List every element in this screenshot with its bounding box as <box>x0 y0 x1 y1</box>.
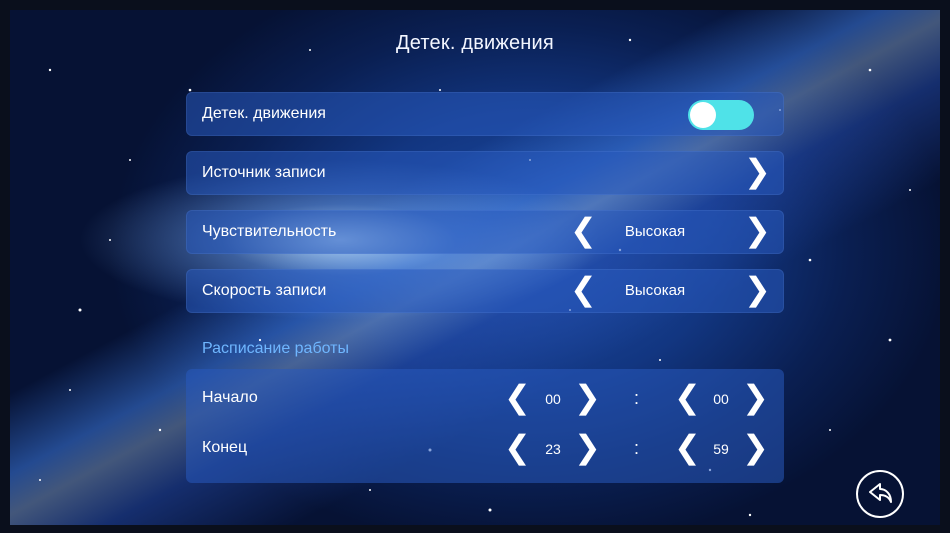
sensitivity-prev-icon[interactable]: ❮ <box>570 208 597 252</box>
sensitivity-row: Чувствительность ❮ Высокая ❯ <box>186 210 784 254</box>
end-time-separator: : <box>634 438 640 458</box>
end-minute-prev-icon[interactable]: ❮ <box>674 425 701 469</box>
back-button[interactable] <box>856 470 904 518</box>
motion-detection-label: Детек. движения <box>202 105 326 122</box>
record-speed-label: Скорость записи <box>202 282 327 299</box>
record-speed-row: Скорость записи ❮ Высокая ❯ <box>186 269 784 313</box>
record-speed-prev-icon[interactable]: ❮ <box>570 267 597 311</box>
end-hour-prev-icon[interactable]: ❮ <box>504 425 531 469</box>
start-hour-next-icon[interactable]: ❯ <box>574 375 601 419</box>
schedule-start-label: Начало <box>202 389 258 406</box>
record-source-label: Источник записи <box>202 164 326 181</box>
back-arrow-icon <box>869 483 892 503</box>
schedule-panel: Начало ❮ 00 ❯ : ❮ 00 ❯ Конец ❮ 23 ❯ : ❮ … <box>186 369 784 483</box>
toggle-knob <box>690 102 716 128</box>
record-source-row[interactable]: Источник записи ❯ <box>186 151 784 195</box>
start-hour-prev-icon[interactable]: ❮ <box>504 375 531 419</box>
schedule-section-label: Расписание работы <box>202 340 349 357</box>
page-title: Детек. движения <box>396 32 554 54</box>
start-minute-value: 00 <box>713 391 729 407</box>
schedule-end-label: Конец <box>202 439 248 456</box>
start-minute-next-icon[interactable]: ❯ <box>742 375 769 419</box>
start-time-separator: : <box>634 388 640 408</box>
sensitivity-value: Высокая <box>624 223 686 240</box>
motion-detection-row[interactable]: Детек. движения <box>186 92 784 136</box>
sensitivity-next-icon[interactable]: ❯ <box>744 208 771 252</box>
end-hour-value: 23 <box>545 441 561 457</box>
start-hour-value: 00 <box>545 391 561 407</box>
record-speed-value: Высокая <box>624 282 686 299</box>
record-speed-next-icon[interactable]: ❯ <box>744 267 771 311</box>
end-minute-value: 59 <box>713 441 729 457</box>
sensitivity-label: Чувствительность <box>202 223 337 240</box>
start-minute-prev-icon[interactable]: ❮ <box>674 375 701 419</box>
end-minute-next-icon[interactable]: ❯ <box>742 425 769 469</box>
end-hour-next-icon[interactable]: ❯ <box>574 425 601 469</box>
motion-detection-toggle[interactable] <box>688 100 754 130</box>
chevron-right-icon[interactable]: ❯ <box>744 149 771 193</box>
